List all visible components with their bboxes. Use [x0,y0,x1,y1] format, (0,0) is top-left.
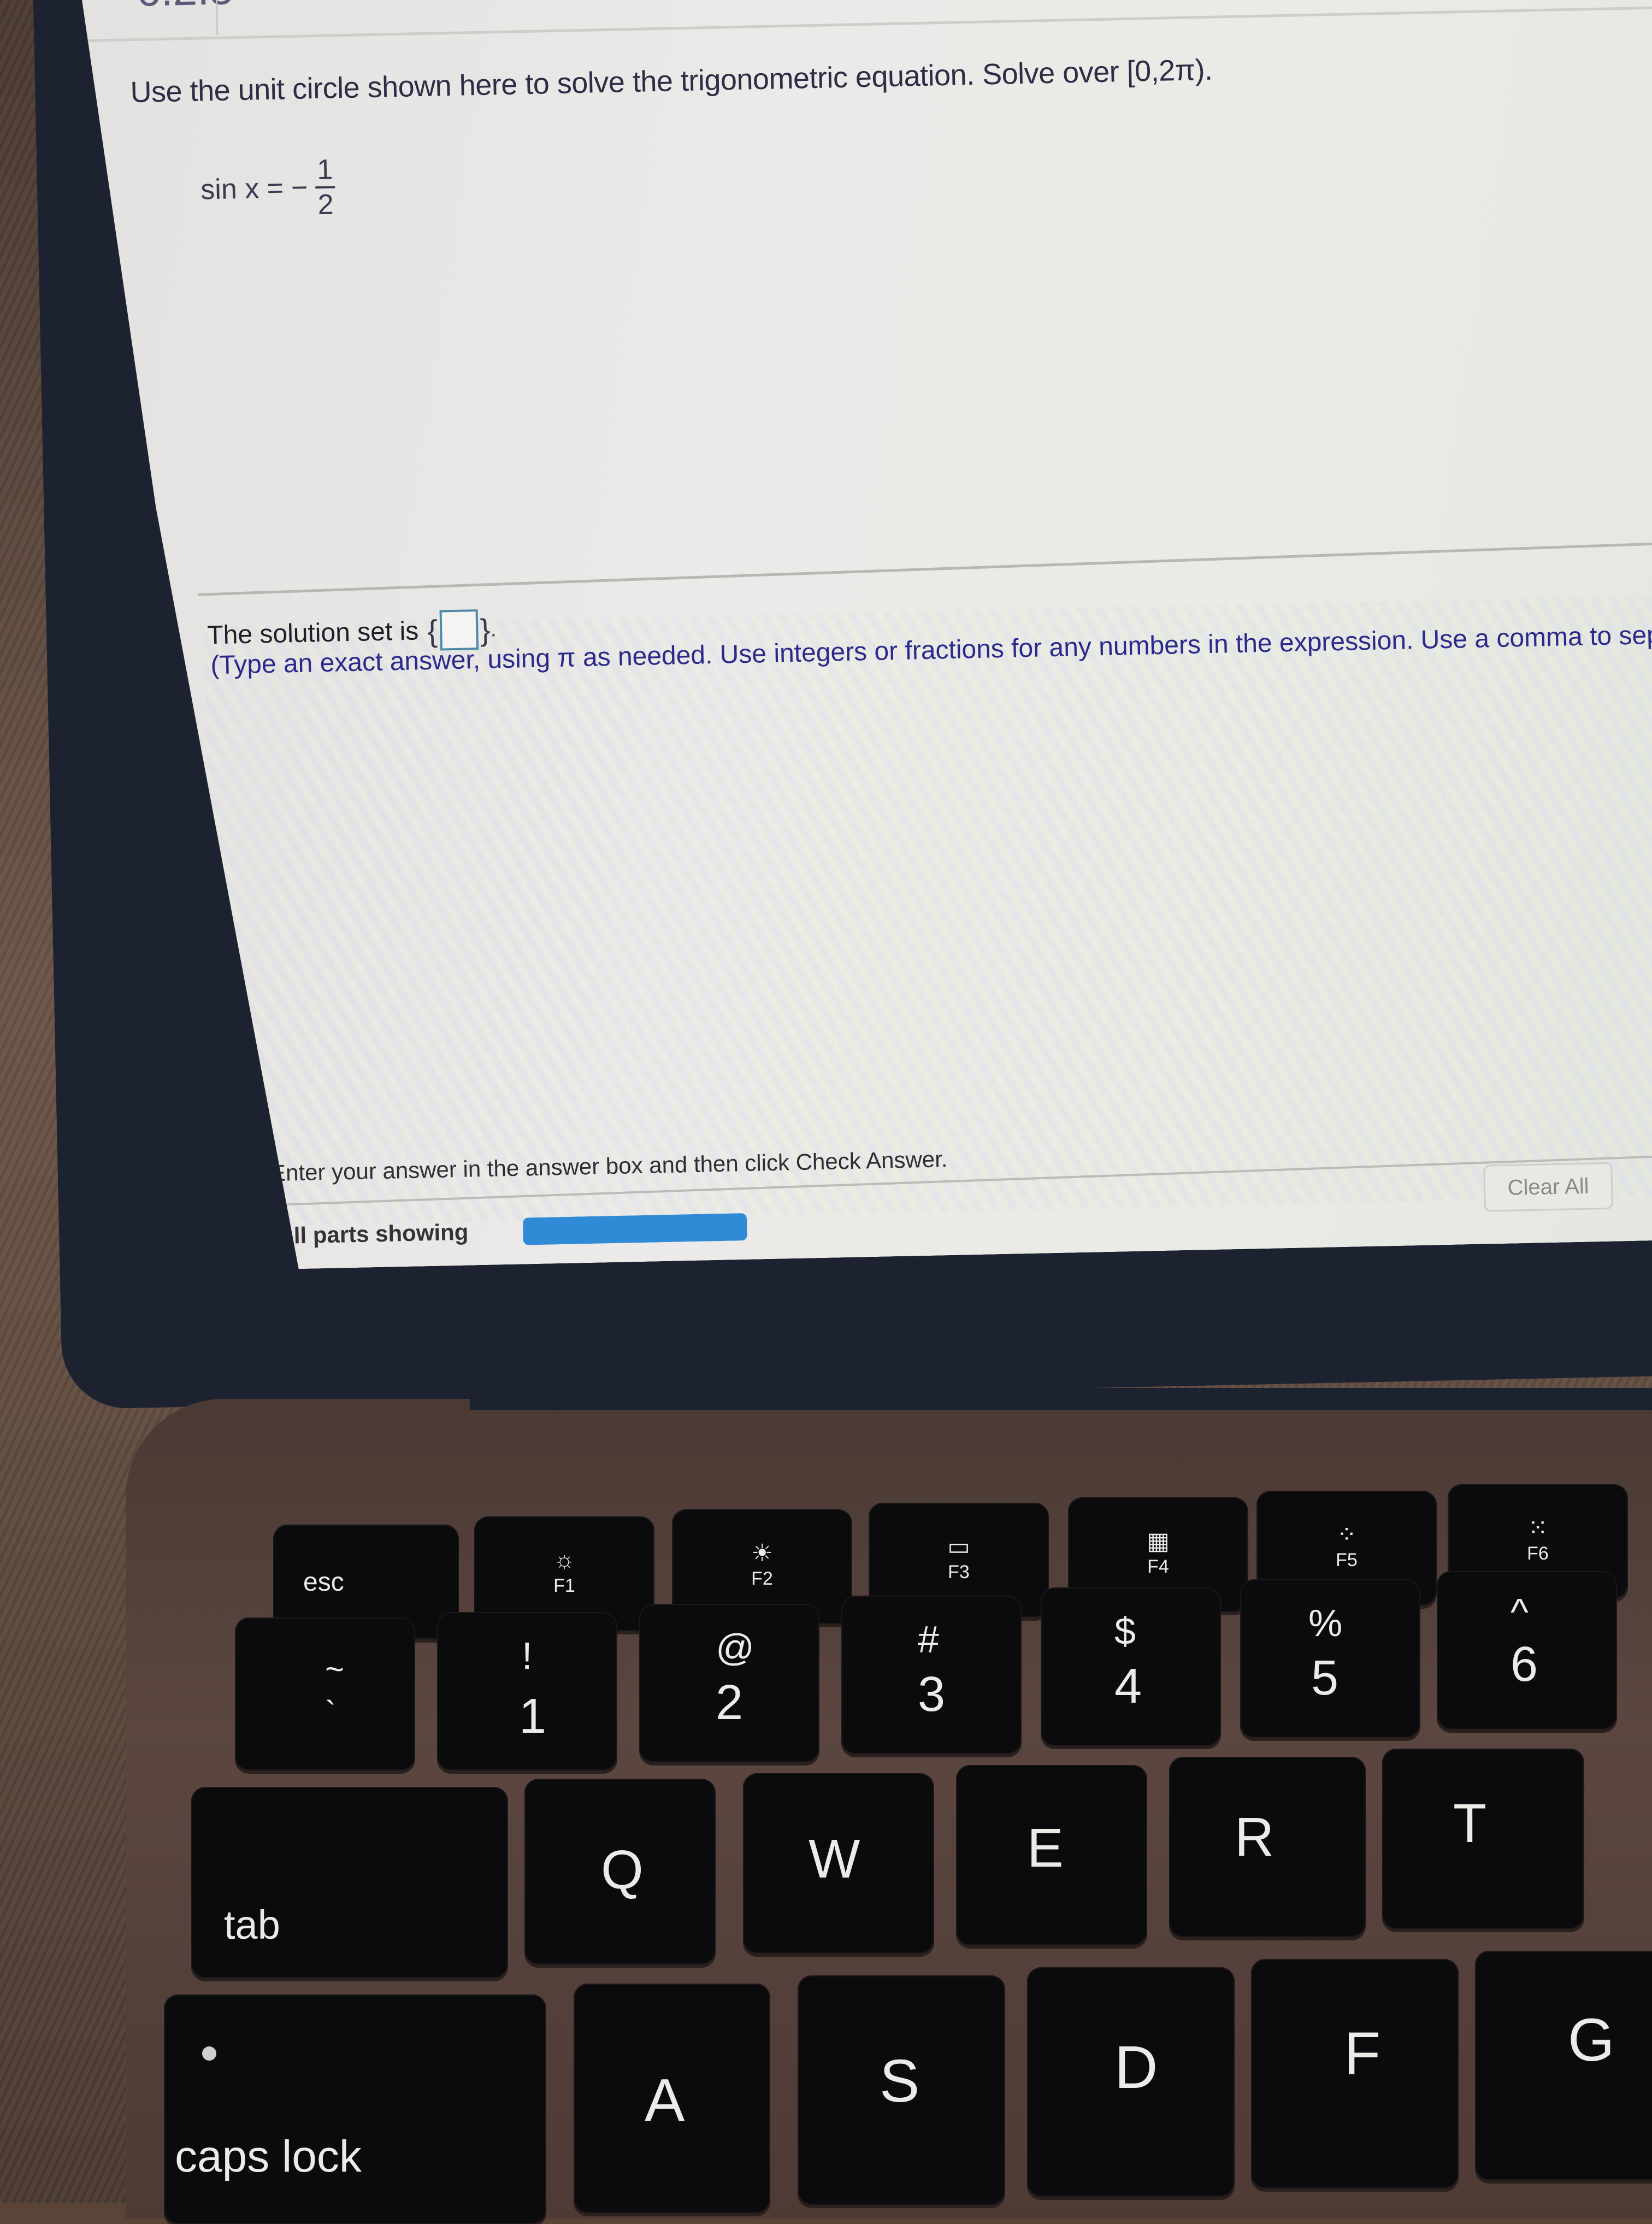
key-r[interactable]: R [1169,1757,1366,1937]
open-brace: { [427,613,438,648]
question-prompt: Use the unit circle shown here to solve … [129,53,1213,109]
keyboard-backlight-up-icon: ⁙ [1527,1514,1548,1541]
key-d[interactable]: D [1027,1967,1235,2197]
key-s[interactable]: S [798,1975,1005,2205]
key-t[interactable]: T [1382,1749,1584,1929]
key-label: F4 [1147,1556,1169,1577]
period: . [490,616,497,642]
key-label: esc [303,1568,344,1597]
key-shift-label: ~ [325,1651,345,1687]
fraction-denominator: 2 [317,189,334,221]
key-label: 5 [1311,1651,1339,1705]
keyboard-backlight-down-icon: ⁘ [1336,1521,1357,1548]
key-label: F3 [948,1562,970,1582]
key-backtick[interactable]: ~ ` [235,1617,415,1770]
close-brace: } [480,612,491,647]
header-divider [83,6,1652,42]
key-5[interactable]: % 5 [1240,1579,1420,1738]
key-label: F6 [1527,1543,1549,1564]
key-caps-lock[interactable]: caps lock [164,1994,546,2224]
key-label: ` [325,1695,336,1731]
key-shift-label: # [918,1618,939,1661]
key-label: 6 [1511,1637,1538,1692]
screen-moire [204,595,1652,1227]
key-label: 3 [918,1667,946,1722]
key-label: Q [601,1839,644,1901]
key-label: G [1568,2007,1615,2074]
key-label: 4 [1114,1659,1142,1714]
brightness-down-icon: ☼ [553,1546,576,1573]
key-label: F [1344,2020,1381,2087]
key-shift-label: $ [1114,1610,1136,1652]
brightness-up-icon: ☀ [751,1539,773,1567]
enter-answer-note: Enter your answer in the answer box and … [270,1146,948,1186]
key-a[interactable]: A [574,1984,770,2213]
key-label: 1 [519,1689,547,1744]
launchpad-icon: ▦ [1147,1527,1170,1555]
key-label: A [645,2067,685,2134]
key-label: F2 [751,1568,773,1589]
key-2[interactable]: @ 2 [639,1604,819,1762]
answer-input[interactable] [439,609,479,650]
section-divider [198,541,1652,596]
key-shift-label: @ [716,1626,755,1669]
laptop-screen: 6.2.5 Use the unit circle shown here to … [82,0,1652,1273]
key-3[interactable]: # 3 [841,1596,1022,1754]
key-label: W [809,1828,860,1890]
key-label: R [1235,1807,1275,1868]
equation: sin x = − 1 2 [200,153,336,223]
equation-sign: − [291,172,308,204]
key-label: D [1114,2034,1158,2101]
key-label: 2 [716,1675,744,1730]
fraction-numerator: 1 [316,154,333,186]
clear-all-button[interactable]: Clear All [1483,1162,1613,1212]
key-label: S [880,2048,920,2115]
key-q[interactable]: Q [524,1779,716,1964]
key-shift-label: ! [522,1634,533,1677]
key-shift-label: % [1308,1602,1343,1644]
equation-lhs: sin x = [200,172,284,206]
key-label: F5 [1336,1550,1358,1570]
key-6[interactable]: ^ 6 [1437,1571,1617,1729]
section-label: 6.2.5 [136,0,234,16]
all-parts-showing-label: All parts showing [276,1219,469,1249]
mission-control-icon: ▭ [947,1533,970,1560]
key-label: F1 [553,1575,575,1596]
key-tab[interactable]: tab [191,1787,508,1978]
key-label: T [1453,1793,1487,1854]
key-g[interactable]: G [1475,1951,1652,2180]
screen-hinge [470,1388,1652,1410]
key-4[interactable]: $ 4 [1041,1587,1221,1746]
key-e[interactable]: E [956,1765,1147,1945]
key-label: E [1027,1817,1064,1879]
progress-fill [523,1213,747,1245]
key-1[interactable]: ! 1 [437,1612,617,1770]
key-label: caps lock [175,2132,362,2181]
fraction: 1 2 [315,153,336,221]
key-label: tab [224,1902,280,1948]
parts-progress-bar [523,1213,747,1245]
solution-label: The solution set is [206,616,419,650]
key-w[interactable]: W [743,1773,934,1954]
caps-lock-indicator [202,2046,216,2061]
key-f[interactable]: F [1251,1959,1459,2188]
key-shift-label: ^ [1511,1591,1529,1633]
